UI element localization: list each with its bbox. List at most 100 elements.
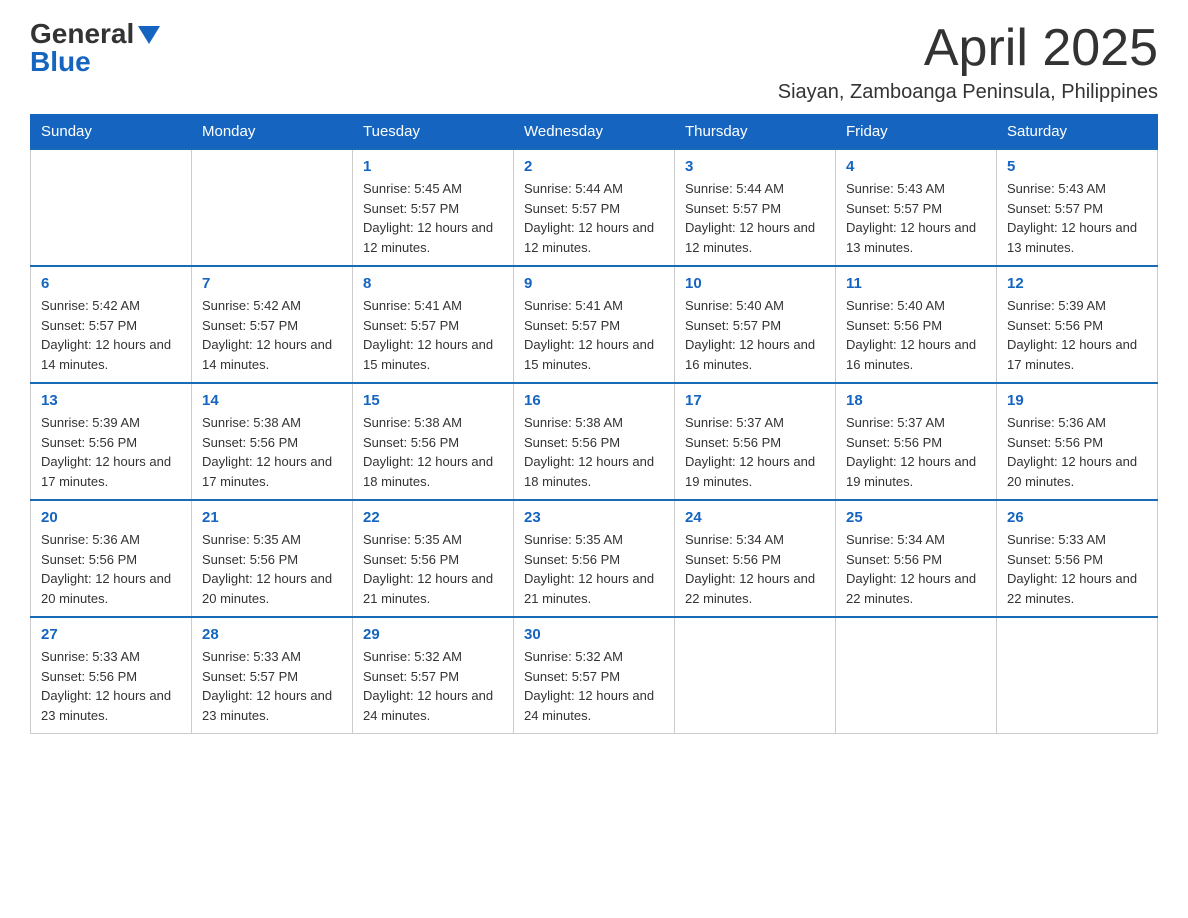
calendar-cell: 23 Sunrise: 5:35 AM Sunset: 5:56 PM Dayli… xyxy=(514,500,675,617)
calendar-cell: 11Sunrise: 5:40 AM Sunset: 5:56 PM Dayli… xyxy=(836,266,997,383)
calendar-cell: 26Sunrise: 5:33 AM Sunset: 5:56 PM Dayli… xyxy=(997,500,1158,617)
calendar-cell xyxy=(192,149,353,266)
day-number: 11 xyxy=(846,275,986,292)
day-number: 30 xyxy=(524,626,664,643)
day-number: 12 xyxy=(1007,275,1147,292)
day-info: Sunrise: 5:35 AM Sunset: 5:56 PM Dayligh… xyxy=(202,530,342,608)
calendar-cell: 1 Sunrise: 5:45 AM Sunset: 5:57 PM Daylig… xyxy=(353,149,514,266)
day-info: Sunrise: 5:45 AM Sunset: 5:57 PM Dayligh… xyxy=(363,179,503,257)
day-info: Sunrise: 5:39 AM Sunset: 5:56 PM Dayligh… xyxy=(1007,296,1147,374)
logo-general: General xyxy=(30,20,134,48)
day-info: Sunrise: 5:44 AM Sunset: 5:57 PM Dayligh… xyxy=(685,179,825,257)
day-number: 3 xyxy=(685,158,825,175)
calendar-cell: 10 Sunrise: 5:40 AM Sunset: 5:57 PM Dayli… xyxy=(675,266,836,383)
day-info: Sunrise: 5:41 AM Sunset: 5:57 PM Dayligh… xyxy=(524,296,664,374)
day-info: Sunrise: 5:44 AM Sunset: 5:57 PM Dayligh… xyxy=(524,179,664,257)
calendar-cell: 5 Sunrise: 5:43 AM Sunset: 5:57 PM Daylig… xyxy=(997,149,1158,266)
day-number: 28 xyxy=(202,626,342,643)
calendar-cell: 13 Sunrise: 5:39 AM Sunset: 5:56 PM Dayli… xyxy=(31,383,192,500)
page-header: General Blue April 2025 Siayan, Zamboang… xyxy=(30,20,1158,104)
day-number: 5 xyxy=(1007,158,1147,175)
day-info: Sunrise: 5:41 AM Sunset: 5:57 PM Dayligh… xyxy=(363,296,503,374)
day-number: 13 xyxy=(41,392,181,409)
calendar-header-sunday: Sunday xyxy=(31,115,192,150)
day-number: 9 xyxy=(524,275,664,292)
day-number: 21 xyxy=(202,509,342,526)
calendar-cell: 12 Sunrise: 5:39 AM Sunset: 5:56 PM Dayli… xyxy=(997,266,1158,383)
logo: General Blue xyxy=(30,20,160,76)
day-info: Sunrise: 5:38 AM Sunset: 5:56 PM Dayligh… xyxy=(524,413,664,491)
calendar-cell xyxy=(31,149,192,266)
calendar-header-tuesday: Tuesday xyxy=(353,115,514,150)
calendar-cell: 3 Sunrise: 5:44 AM Sunset: 5:57 PM Daylig… xyxy=(675,149,836,266)
day-info: Sunrise: 5:43 AM Sunset: 5:57 PM Dayligh… xyxy=(1007,179,1147,257)
day-info: Sunrise: 5:40 AM Sunset: 5:57 PM Dayligh… xyxy=(685,296,825,374)
day-info: Sunrise: 5:39 AM Sunset: 5:56 PM Dayligh… xyxy=(41,413,181,491)
calendar-cell: 22Sunrise: 5:35 AM Sunset: 5:56 PM Dayli… xyxy=(353,500,514,617)
day-info: Sunrise: 5:34 AM Sunset: 5:56 PM Dayligh… xyxy=(846,530,986,608)
day-info: Sunrise: 5:35 AM Sunset: 5:56 PM Dayligh… xyxy=(524,530,664,608)
day-info: Sunrise: 5:42 AM Sunset: 5:57 PM Dayligh… xyxy=(41,296,181,374)
calendar-header-wednesday: Wednesday xyxy=(514,115,675,150)
day-number: 20 xyxy=(41,509,181,526)
calendar-cell: 2 Sunrise: 5:44 AM Sunset: 5:57 PM Daylig… xyxy=(514,149,675,266)
calendar-header-row: SundayMondayTuesdayWednesdayThursdayFrid… xyxy=(31,115,1158,150)
calendar-cell: 19 Sunrise: 5:36 AM Sunset: 5:56 PM Dayli… xyxy=(997,383,1158,500)
day-number: 2 xyxy=(524,158,664,175)
logo-blue: Blue xyxy=(30,48,91,76)
day-number: 19 xyxy=(1007,392,1147,409)
calendar-cell: 30 Sunrise: 5:32 AM Sunset: 5:57 PM Dayli… xyxy=(514,617,675,734)
calendar-cell: 18 Sunrise: 5:37 AM Sunset: 5:56 PM Dayli… xyxy=(836,383,997,500)
week-row-4: 20 Sunrise: 5:36 AM Sunset: 5:56 PM Dayli… xyxy=(31,500,1158,617)
day-info: Sunrise: 5:37 AM Sunset: 5:56 PM Dayligh… xyxy=(846,413,986,491)
day-info: Sunrise: 5:36 AM Sunset: 5:56 PM Dayligh… xyxy=(1007,413,1147,491)
day-number: 24 xyxy=(685,509,825,526)
day-number: 7 xyxy=(202,275,342,292)
day-number: 29 xyxy=(363,626,503,643)
day-info: Sunrise: 5:36 AM Sunset: 5:56 PM Dayligh… xyxy=(41,530,181,608)
day-number: 27 xyxy=(41,626,181,643)
day-number: 1 xyxy=(363,158,503,175)
calendar-cell: 14 Sunrise: 5:38 AM Sunset: 5:56 PM Dayli… xyxy=(192,383,353,500)
calendar-cell xyxy=(997,617,1158,734)
day-number: 26 xyxy=(1007,509,1147,526)
calendar-cell: 29 Sunrise: 5:32 AM Sunset: 5:57 PM Dayli… xyxy=(353,617,514,734)
calendar-cell: 25 Sunrise: 5:34 AM Sunset: 5:56 PM Dayli… xyxy=(836,500,997,617)
day-info: Sunrise: 5:32 AM Sunset: 5:57 PM Dayligh… xyxy=(524,647,664,725)
calendar-cell xyxy=(675,617,836,734)
logo-triangle-icon xyxy=(138,26,160,44)
location-title: Siayan, Zamboanga Peninsula, Philippines xyxy=(778,81,1158,104)
week-row-2: 6Sunrise: 5:42 AM Sunset: 5:57 PM Daylig… xyxy=(31,266,1158,383)
calendar-cell: 20 Sunrise: 5:36 AM Sunset: 5:56 PM Dayli… xyxy=(31,500,192,617)
day-info: Sunrise: 5:33 AM Sunset: 5:56 PM Dayligh… xyxy=(41,647,181,725)
day-number: 23 xyxy=(524,509,664,526)
day-info: Sunrise: 5:33 AM Sunset: 5:57 PM Dayligh… xyxy=(202,647,342,725)
calendar-header-thursday: Thursday xyxy=(675,115,836,150)
day-number: 25 xyxy=(846,509,986,526)
calendar-header-friday: Friday xyxy=(836,115,997,150)
day-number: 15 xyxy=(363,392,503,409)
day-number: 4 xyxy=(846,158,986,175)
calendar-cell: 8 Sunrise: 5:41 AM Sunset: 5:57 PM Daylig… xyxy=(353,266,514,383)
month-title: April 2025 xyxy=(778,20,1158,77)
day-info: Sunrise: 5:42 AM Sunset: 5:57 PM Dayligh… xyxy=(202,296,342,374)
calendar-cell: 17Sunrise: 5:37 AM Sunset: 5:56 PM Dayli… xyxy=(675,383,836,500)
calendar-header-monday: Monday xyxy=(192,115,353,150)
week-row-1: 1 Sunrise: 5:45 AM Sunset: 5:57 PM Daylig… xyxy=(31,149,1158,266)
calendar-cell: 21 Sunrise: 5:35 AM Sunset: 5:56 PM Dayli… xyxy=(192,500,353,617)
calendar-table: SundayMondayTuesdayWednesdayThursdayFrid… xyxy=(30,114,1158,734)
day-info: Sunrise: 5:43 AM Sunset: 5:57 PM Dayligh… xyxy=(846,179,986,257)
day-info: Sunrise: 5:38 AM Sunset: 5:56 PM Dayligh… xyxy=(202,413,342,491)
calendar-cell: 16Sunrise: 5:38 AM Sunset: 5:56 PM Dayli… xyxy=(514,383,675,500)
day-number: 14 xyxy=(202,392,342,409)
day-info: Sunrise: 5:38 AM Sunset: 5:56 PM Dayligh… xyxy=(363,413,503,491)
title-block: April 2025 Siayan, Zamboanga Peninsula, … xyxy=(778,20,1158,104)
day-info: Sunrise: 5:32 AM Sunset: 5:57 PM Dayligh… xyxy=(363,647,503,725)
day-number: 8 xyxy=(363,275,503,292)
day-number: 18 xyxy=(846,392,986,409)
calendar-cell: 15 Sunrise: 5:38 AM Sunset: 5:56 PM Dayli… xyxy=(353,383,514,500)
calendar-cell: 9 Sunrise: 5:41 AM Sunset: 5:57 PM Daylig… xyxy=(514,266,675,383)
day-number: 10 xyxy=(685,275,825,292)
day-number: 22 xyxy=(363,509,503,526)
calendar-cell xyxy=(836,617,997,734)
